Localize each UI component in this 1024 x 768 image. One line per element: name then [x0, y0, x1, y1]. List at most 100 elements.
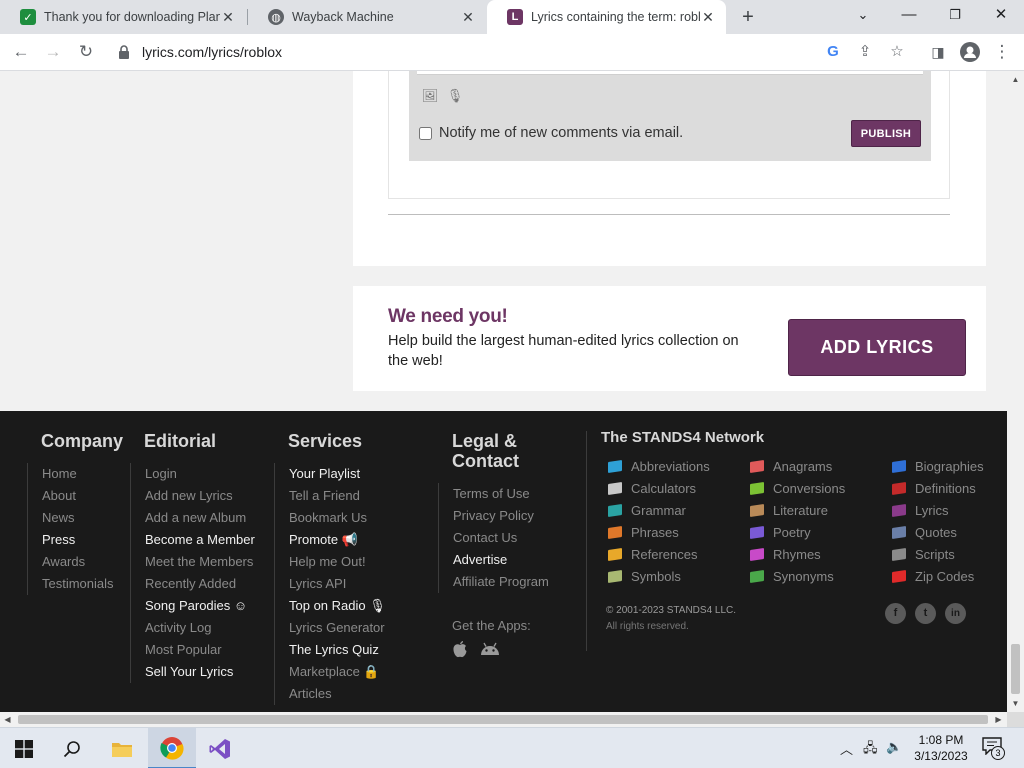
network-link[interactable]: Lyrics — [892, 503, 948, 518]
network-link[interactable]: Symbols — [608, 569, 681, 584]
facebook-icon[interactable]: f — [885, 603, 906, 624]
notify-checkbox[interactable] — [419, 126, 432, 140]
footer-link-editorial[interactable]: Add a new Album — [145, 507, 255, 529]
footer-link-services[interactable]: The Lyrics Quiz — [289, 639, 386, 661]
chrome-taskbar-button[interactable] — [148, 728, 196, 768]
network-link[interactable]: Scripts — [892, 547, 955, 562]
footer-link-legal[interactable]: Contact Us — [453, 527, 549, 549]
close-tab-icon[interactable]: ✕ — [460, 9, 476, 26]
horizontal-scrollbar[interactable]: ◀ ▶ — [0, 712, 1007, 727]
back-arrow-icon[interactable]: ← — [9, 40, 33, 64]
start-button[interactable] — [0, 728, 48, 768]
tab-lyrics-roblox[interactable]: L Lyrics containing the term: roblox ✕ — [487, 0, 726, 34]
network-link[interactable]: Calculators — [608, 481, 696, 496]
footer-link-company[interactable]: Testimonials — [42, 573, 114, 595]
notification-center-button[interactable]: 3 — [982, 737, 1005, 760]
network-link[interactable]: Quotes — [892, 525, 957, 540]
publish-button[interactable]: PUBLISH — [851, 120, 921, 147]
close-tab-icon[interactable]: ✕ — [700, 9, 716, 26]
share-icon[interactable]: ⇪ — [856, 43, 874, 61]
apple-icon[interactable] — [450, 640, 470, 658]
footer-link-services[interactable]: Your Playlist — [289, 463, 386, 485]
footer-link-company[interactable]: Awards — [42, 551, 114, 573]
footer-link-services[interactable]: Tell a Friend — [289, 485, 386, 507]
tab-search-icon[interactable]: ⌄ — [840, 0, 886, 30]
footer-link-editorial[interactable]: Recently Added — [145, 573, 255, 595]
network-link[interactable]: Definitions — [892, 481, 976, 496]
google-icon[interactable]: G — [824, 43, 842, 61]
footer-link-editorial[interactable]: Song Parodies ☺ — [145, 595, 255, 617]
footer-link-services[interactable]: Lyrics API — [289, 573, 386, 595]
side-panel-icon[interactable]: ◨ — [926, 40, 950, 64]
visual-studio-button[interactable] — [196, 728, 244, 768]
footer-link-services[interactable]: Bookmark Us — [289, 507, 386, 529]
microphone-icon[interactable]: 🎙 — [446, 88, 464, 104]
footer-link-company[interactable]: News — [42, 507, 114, 529]
network-link[interactable]: Abbreviations — [608, 459, 710, 474]
image-upload-icon[interactable]: 🖼 — [421, 88, 439, 104]
network-icon[interactable]: 🖧 — [863, 739, 878, 761]
network-link[interactable]: Synonyms — [750, 569, 834, 584]
volume-icon[interactable]: 🔈 — [886, 739, 902, 755]
network-link[interactable]: Grammar — [608, 503, 686, 518]
linkedin-icon[interactable]: in — [945, 603, 966, 624]
footer-link-editorial[interactable]: Add new Lyrics — [145, 485, 255, 507]
footer-link-editorial[interactable]: Most Popular — [145, 639, 255, 661]
footer-link-services[interactable]: Top on Radio 🎙 — [289, 595, 386, 617]
network-link[interactable]: Poetry — [750, 525, 811, 540]
network-link[interactable]: Anagrams — [750, 459, 832, 474]
bookmark-star-icon[interactable]: ☆ — [888, 43, 906, 61]
show-hidden-icons-icon[interactable]: ︿ — [840, 739, 853, 758]
footer-link-services[interactable]: Marketplace 🔒 — [289, 661, 386, 683]
footer-link-legal[interactable]: Terms of Use — [453, 483, 549, 505]
tab-wayback-machine[interactable]: ◍ Wayback Machine ✕ — [248, 0, 486, 34]
new-tab-button[interactable]: + — [738, 6, 758, 28]
android-icon[interactable] — [478, 640, 502, 658]
footer-link-services[interactable]: Articles — [289, 683, 386, 705]
network-link[interactable]: Zip Codes — [892, 569, 974, 584]
restore-icon[interactable]: ❐ — [932, 0, 978, 30]
network-link[interactable]: Biographies — [892, 459, 984, 474]
footer-link-company[interactable]: Home — [42, 463, 114, 485]
reload-icon[interactable]: ↻ — [74, 40, 98, 64]
footer-link-services[interactable]: Promote 📢 — [289, 529, 386, 551]
network-link[interactable]: Phrases — [608, 525, 679, 540]
footer-link-legal[interactable]: Advertise — [453, 549, 549, 571]
footer-link-legal[interactable]: Affiliate Program — [453, 571, 549, 593]
footer-link-editorial[interactable]: Sell Your Lyrics — [145, 661, 255, 683]
add-lyrics-button[interactable]: ADD LYRICS — [788, 319, 966, 376]
scroll-right-arrow-icon[interactable]: ▶ — [991, 712, 1006, 727]
footer-link-editorial[interactable]: Activity Log — [145, 617, 255, 639]
scroll-left-arrow-icon[interactable]: ◀ — [0, 712, 15, 727]
vertical-scrollbar[interactable]: ▲ ▼ — [1007, 71, 1024, 712]
tab-plant-download[interactable]: ✓ Thank you for downloading Plant ✕ — [0, 0, 246, 34]
footer-link-company[interactable]: Press — [42, 529, 114, 551]
address-bar[interactable]: lyrics.com/lyrics/roblox G ⇪ ☆ — [108, 37, 920, 67]
scroll-up-arrow-icon[interactable]: ▲ — [1007, 71, 1024, 88]
forward-arrow-icon[interactable]: → — [41, 40, 65, 64]
network-link[interactable]: Conversions — [750, 481, 845, 496]
footer-link-editorial[interactable]: Login — [145, 463, 255, 485]
comment-textarea[interactable] — [417, 71, 923, 75]
close-tab-icon[interactable]: ✕ — [220, 9, 236, 26]
browser-menu-icon[interactable]: ⋮ — [990, 40, 1014, 64]
minimize-icon[interactable]: — — [886, 0, 932, 30]
footer-link-services[interactable]: Help me Out! — [289, 551, 386, 573]
network-link[interactable]: Literature — [750, 503, 828, 518]
horizontal-scroll-thumb[interactable] — [18, 715, 988, 724]
close-window-icon[interactable]: ✕ — [978, 0, 1024, 30]
network-link[interactable]: Rhymes — [750, 547, 821, 562]
file-explorer-button[interactable] — [98, 728, 146, 768]
footer-link-editorial[interactable]: Become a Member — [145, 529, 255, 551]
footer-link-editorial[interactable]: Meet the Members — [145, 551, 255, 573]
profile-avatar-icon[interactable] — [958, 40, 982, 64]
footer-link-services[interactable]: Lyrics Generator — [289, 617, 386, 639]
twitter-icon[interactable]: t — [915, 603, 936, 624]
vertical-scroll-thumb[interactable] — [1011, 644, 1020, 694]
footer-link-legal[interactable]: Privacy Policy — [453, 505, 549, 527]
search-button[interactable] — [48, 728, 96, 768]
scroll-down-arrow-icon[interactable]: ▼ — [1007, 695, 1024, 712]
footer-link-company[interactable]: About — [42, 485, 114, 507]
system-clock[interactable]: 1:08 PM 3/13/2023 — [910, 732, 972, 764]
notify-option[interactable]: Notify me of new comments via email. — [419, 125, 683, 141]
